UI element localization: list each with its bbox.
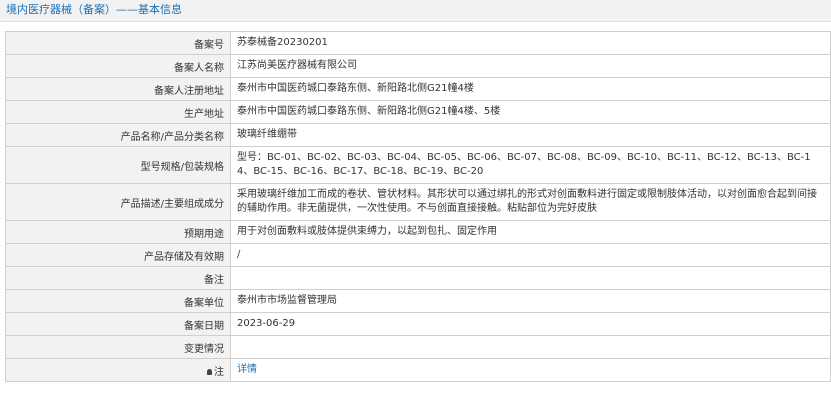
label-storage-validity: 产品存储及有效期 bbox=[5, 243, 231, 267]
label-filing-unit: 备案单位 bbox=[5, 289, 231, 313]
value-registrant-name: 江苏尚美医疗器械有限公司 bbox=[230, 54, 831, 78]
value-remarks bbox=[230, 266, 831, 290]
label-product-name: 产品名称/产品分类名称 bbox=[5, 123, 231, 147]
label-model-spec: 型号规格/包装规格 bbox=[5, 146, 231, 184]
row-change-status: 变更情况 bbox=[5, 335, 831, 359]
row-note: 注 详情 bbox=[5, 358, 831, 382]
label-record-number: 备案号 bbox=[5, 31, 231, 55]
label-intended-use: 预期用途 bbox=[5, 220, 231, 244]
label-registrant-address: 备案人注册地址 bbox=[5, 77, 231, 101]
value-record-number: 苏泰械备20230201 bbox=[230, 31, 831, 55]
details-link[interactable]: 详情 bbox=[237, 364, 257, 375]
lightbulb-icon bbox=[207, 368, 212, 375]
row-model-spec: 型号规格/包装规格 型号：BC-01、BC-02、BC-03、BC-04、BC-… bbox=[5, 146, 831, 184]
value-storage-validity: / bbox=[230, 243, 831, 267]
value-production-address: 泰州市中国医药城口泰路东侧、新阳路北侧G21幢4楼、5楼 bbox=[230, 100, 831, 124]
row-production-address: 生产地址 泰州市中国医药城口泰路东侧、新阳路北侧G21幢4楼、5楼 bbox=[5, 100, 831, 124]
label-product-description: 产品描述/主要组成成分 bbox=[5, 183, 231, 221]
info-table: 备案号 苏泰械备20230201 备案人名称 江苏尚美医疗器械有限公司 备案人注… bbox=[5, 31, 831, 382]
row-filing-unit: 备案单位 泰州市市场监督管理局 bbox=[5, 289, 831, 313]
row-filing-date: 备案日期 2023-06-29 bbox=[5, 312, 831, 336]
value-product-name: 玻璃纤维绷带 bbox=[230, 123, 831, 147]
value-registrant-address: 泰州市中国医药城口泰路东侧、新阳路北侧G21幢4楼 bbox=[230, 77, 831, 101]
header-subtitle: 基本信息 bbox=[138, 3, 182, 16]
row-product-description: 产品描述/主要组成成分 采用玻璃纤维加工而成的卷状、管状材料。其形状可以通过绑扎… bbox=[5, 183, 831, 221]
label-remarks: 备注 bbox=[5, 266, 231, 290]
value-model-spec: 型号：BC-01、BC-02、BC-03、BC-04、BC-05、BC-06、B… bbox=[230, 146, 831, 184]
value-change-status bbox=[230, 335, 831, 359]
row-remarks: 备注 bbox=[5, 266, 831, 290]
value-filing-unit: 泰州市市场监督管理局 bbox=[230, 289, 831, 313]
label-change-status: 变更情况 bbox=[5, 335, 231, 359]
header-separator: —— bbox=[116, 3, 138, 16]
value-product-description: 采用玻璃纤维加工而成的卷状、管状材料。其形状可以通过绑扎的形式对创面敷料进行固定… bbox=[230, 183, 831, 221]
label-filing-date: 备案日期 bbox=[5, 312, 231, 336]
row-intended-use: 预期用途 用于对创面敷料或肢体提供束缚力，以起到包扎、固定作用 bbox=[5, 220, 831, 244]
row-product-name: 产品名称/产品分类名称 玻璃纤维绷带 bbox=[5, 123, 831, 147]
label-registrant-name: 备案人名称 bbox=[5, 54, 231, 78]
value-filing-date: 2023-06-29 bbox=[230, 312, 831, 336]
label-note: 注 bbox=[214, 366, 224, 378]
value-intended-use: 用于对创面敷料或肢体提供束缚力，以起到包扎、固定作用 bbox=[230, 220, 831, 244]
header-title: 境内医疗器械（备案） bbox=[6, 3, 116, 16]
label-note-cell: 注 bbox=[5, 358, 231, 382]
row-storage-validity: 产品存储及有效期 / bbox=[5, 243, 831, 267]
label-production-address: 生产地址 bbox=[5, 100, 231, 124]
row-record-number: 备案号 苏泰械备20230201 bbox=[5, 31, 831, 55]
info-table-container: 备案号 苏泰械备20230201 备案人名称 江苏尚美医疗器械有限公司 备案人注… bbox=[5, 31, 831, 382]
row-registrant-name: 备案人名称 江苏尚美医疗器械有限公司 bbox=[5, 54, 831, 78]
value-note-cell: 详情 bbox=[230, 358, 831, 382]
page-header: 境内医疗器械（备案）——基本信息 bbox=[0, 0, 831, 22]
row-registrant-address: 备案人注册地址 泰州市中国医药城口泰路东侧、新阳路北侧G21幢4楼 bbox=[5, 77, 831, 101]
